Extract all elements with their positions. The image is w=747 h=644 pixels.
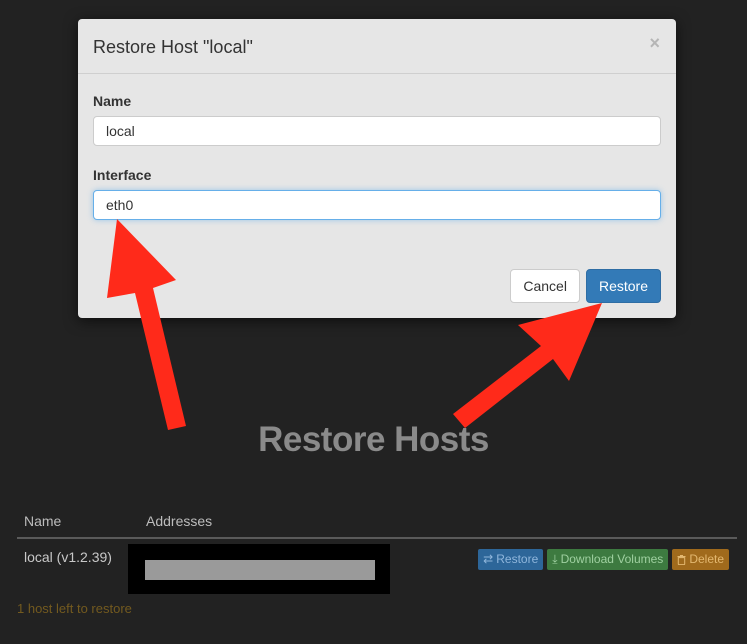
arrow-to-restore-icon (453, 303, 602, 428)
arrow-to-interface-icon (107, 219, 186, 430)
annotation-arrows (107, 219, 602, 430)
